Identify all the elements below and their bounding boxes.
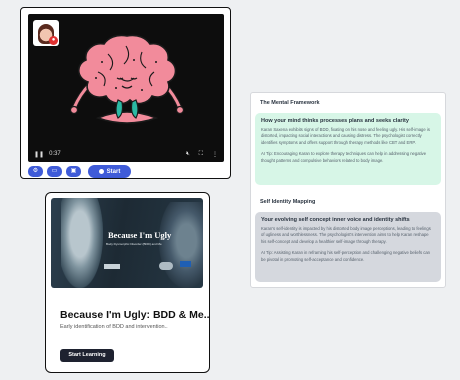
cover-face-left bbox=[61, 198, 103, 288]
note-body: Karan Saxena exhibits signs of BDD, fixa… bbox=[261, 127, 430, 145]
mic-off-icon: ● bbox=[49, 36, 58, 45]
cover-subtitle: Body Dysmorphic Disorder (BDD) and Me bbox=[106, 242, 162, 246]
gear-icon: ⚙ bbox=[32, 168, 39, 174]
course-title: Because I'm Ugly: BDD & Me.. bbox=[60, 309, 210, 321]
fullscreen-icon[interactable]: ⛶ bbox=[199, 151, 203, 158]
video-call-panel: ● ❚❚ 0:37 🔇︎ ⛶ ⋮ ⚙ ▭ ▣ Start bbox=[20, 7, 231, 179]
section-heading-self-identity: Self Identity Mapping bbox=[260, 199, 316, 205]
ai-tip: AI Tip: Assisting Karan in reframing his… bbox=[261, 250, 430, 262]
start-button-label: Start bbox=[106, 168, 121, 175]
video-player[interactable]: ● ❚❚ 0:37 🔇︎ ⛶ ⋮ bbox=[28, 14, 224, 162]
note-title: How your mind thinks processes plans and… bbox=[261, 118, 409, 124]
settings-button[interactable]: ⚙ bbox=[28, 166, 43, 177]
mental-framework-note: How your mind thinks processes plans and… bbox=[255, 113, 441, 185]
course-card: Because I'm Ugly Body Dysmorphic Disorde… bbox=[45, 192, 210, 373]
video-time: 0:37 bbox=[49, 151, 61, 157]
screen-share-button[interactable]: ▣ bbox=[66, 166, 81, 177]
video-controls-bar: ❚❚ 0:37 🔇︎ ⛶ ⋮ bbox=[28, 146, 224, 162]
cover-face-right bbox=[159, 202, 203, 288]
course-cover-image: Because I'm Ugly Body Dysmorphic Disorde… bbox=[51, 198, 203, 288]
cover-logo-left bbox=[104, 264, 120, 269]
cover-logo-right bbox=[180, 261, 191, 267]
brain-meditating-illustration bbox=[69, 34, 185, 124]
cover-logo-middle bbox=[159, 262, 173, 270]
ai-tip: AI Tip: Encouraging Karan to explore the… bbox=[261, 151, 427, 163]
record-dot-icon bbox=[98, 169, 104, 174]
captions-button[interactable]: ▭ bbox=[47, 166, 62, 177]
start-learning-button[interactable]: Start Learning bbox=[60, 349, 114, 362]
cover-title: Because I'm Ugly bbox=[108, 230, 172, 240]
call-toolbar: ⚙ ▭ ▣ Start bbox=[28, 165, 131, 178]
section-heading-mental-framework: The Mental Framework bbox=[260, 100, 320, 106]
captions-icon: ▭ bbox=[51, 168, 58, 174]
note-body: Karan's self-identity is impacted by his… bbox=[261, 226, 431, 244]
note-title: Your evolving self concept inner voice a… bbox=[261, 217, 410, 223]
pause-icon[interactable]: ❚❚ bbox=[34, 151, 44, 158]
start-button[interactable]: Start bbox=[88, 165, 131, 178]
course-description: Early identification of BDD and interven… bbox=[60, 324, 168, 330]
insights-panel: The Mental Framework How your mind think… bbox=[250, 92, 446, 288]
self-identity-note: Your evolving self concept inner voice a… bbox=[255, 212, 441, 282]
mute-icon[interactable]: 🔇︎ bbox=[186, 151, 190, 158]
more-options-icon[interactable]: ⋮ bbox=[212, 151, 218, 158]
monitor-icon: ▣ bbox=[70, 168, 77, 174]
participant-avatar[interactable]: ● bbox=[33, 20, 59, 46]
